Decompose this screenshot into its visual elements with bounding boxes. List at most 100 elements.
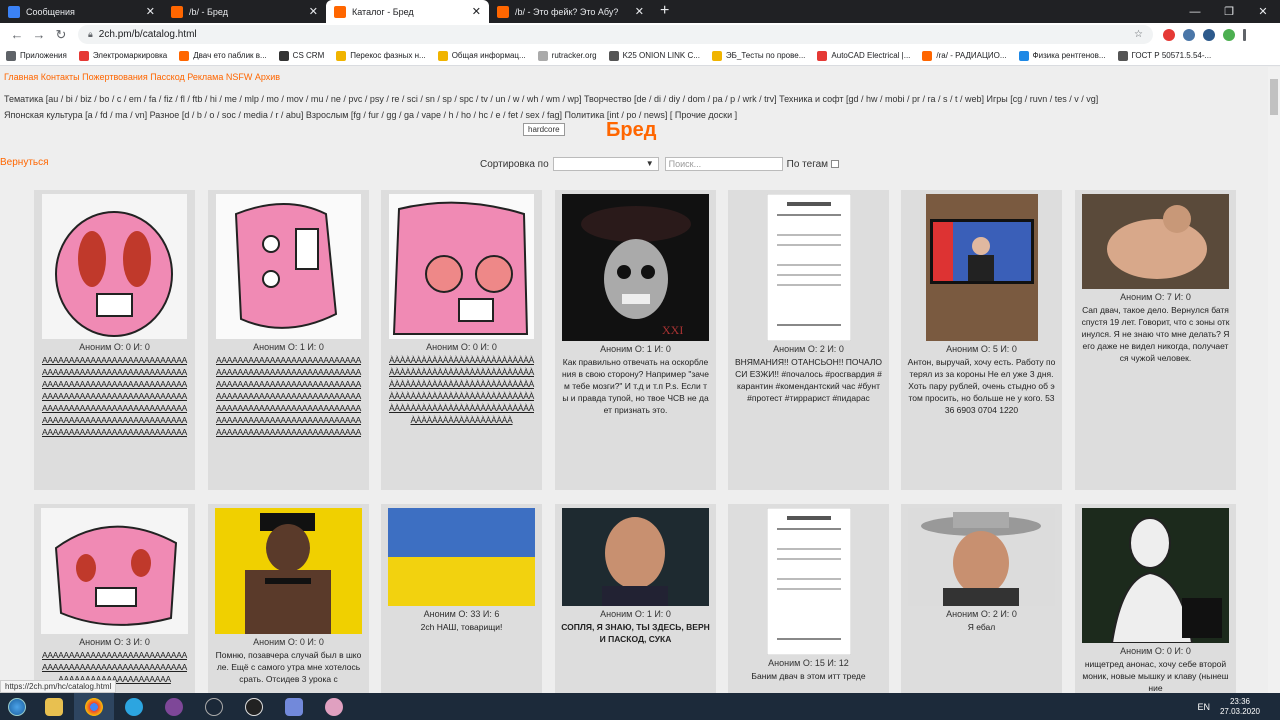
clock[interactable]: 23:36 27.03.2020 <box>1220 697 1260 717</box>
obs-icon <box>245 697 263 716</box>
thread-thumbnail[interactable] <box>216 194 361 339</box>
bookmark-star-icon[interactable]: ☆ <box>1134 29 1143 40</box>
thread-text: 2ch НАШ, товарищи! <box>420 622 503 632</box>
thread-thumbnail[interactable] <box>562 508 709 606</box>
taskbar-app[interactable] <box>154 693 194 720</box>
thread-card[interactable]: Аноним О: 5 И: 0 Антон, выручай, хочу ес… <box>901 190 1062 490</box>
tab-bar: Сообщения ✕ /b/ - Бред ✕ Каталог - Бред … <box>0 0 1280 23</box>
thread-meta: Аноним О: 7 И: 0 <box>1120 292 1191 302</box>
thread-thumbnail[interactable] <box>1082 194 1229 289</box>
bookmark-item[interactable]: K25 ONION LINK C... <box>608 50 700 61</box>
start-button[interactable] <box>0 693 34 720</box>
avatar[interactable] <box>1223 28 1235 41</box>
new-tab-button[interactable]: + <box>652 0 677 23</box>
board-list-line[interactable]: Тематика [au / bi / biz / bo / c / em / … <box>4 91 1264 107</box>
thread-card[interactable]: Аноним О: 2 И: 0 Я ебал <box>901 504 1062 693</box>
tags-checkbox[interactable] <box>831 160 840 168</box>
sort-label: Сортировка по <box>480 158 549 170</box>
maximize-icon[interactable]: ❐ <box>1212 5 1246 18</box>
thread-thumbnail[interactable] <box>389 194 534 339</box>
close-window-icon[interactable]: ✕ <box>1246 5 1280 18</box>
close-tab-icon[interactable]: ✕ <box>472 5 481 18</box>
taskbar-app[interactable] <box>34 693 74 720</box>
thread-card[interactable]: Аноним О: 0 И: 0 ААААААААААААААААААААААА… <box>34 190 195 490</box>
close-tab-icon[interactable]: ✕ <box>635 5 644 18</box>
browser-tab-fake[interactable]: /b/ - Это фейк? Это Абу? ✕ <box>489 0 652 23</box>
bookmark-item[interactable]: AutoCAD Electrical |... <box>817 50 910 61</box>
taskbar-app-chrome[interactable] <box>74 693 114 720</box>
thread-card[interactable]: Аноним О: 3 И: 0 ААААААААААААААААААААААА… <box>34 504 195 693</box>
bookmark-item[interactable]: Перекос фазных н... <box>336 50 426 61</box>
thread-thumbnail[interactable] <box>388 508 535 606</box>
bookmark-item[interactable]: CS CRM <box>278 50 324 61</box>
bookmark-item[interactable]: rutracker.org <box>537 50 597 61</box>
taskbar-app[interactable] <box>194 693 234 720</box>
url-input[interactable]: 🔒︎ 2ch.pm/b/catalog.html ☆ <box>78 25 1153 44</box>
thread-card[interactable]: Аноним О: 0 И: 0 Помню, позавчера случай… <box>208 504 369 693</box>
thread-thumbnail[interactable] <box>42 194 187 339</box>
bookmark-item[interactable]: Общая информац... <box>437 50 526 61</box>
thread-card[interactable]: XXI Аноним О: 1 И: 0 Как правильно отвеч… <box>555 190 716 490</box>
bookmark-icon <box>336 50 347 61</box>
language-indicator[interactable]: EN <box>1197 702 1210 712</box>
bookmark-item[interactable]: Приложения <box>6 50 67 61</box>
thread-card[interactable]: Аноним О: 0 И: 0 нищетред анонас, хочу с… <box>1075 504 1236 693</box>
thread-thumbnail[interactable] <box>41 508 188 634</box>
bookmark-item[interactable]: Двач ето паблик в... <box>179 50 267 61</box>
window-controls: — ❐ ✕ <box>1178 0 1280 23</box>
telegram-icon <box>125 697 143 716</box>
menu-icon[interactable] <box>1243 28 1246 41</box>
thread-thumbnail[interactable] <box>1082 508 1229 643</box>
bookmark-item[interactable]: ГОСТ Р 50571.5.54-... <box>1117 50 1211 61</box>
taskbar-app[interactable] <box>314 693 354 720</box>
browser-tab-messages[interactable]: Сообщения ✕ <box>0 0 163 23</box>
thread-card[interactable]: Аноним О: 33 И: 6 2ch НАШ, товарищи! <box>381 504 542 693</box>
bookmark-item[interactable]: Электромаркировка <box>78 50 167 61</box>
bookmark-item[interactable]: Физика рентгенов... <box>1018 50 1106 61</box>
close-tab-icon[interactable]: ✕ <box>309 5 318 18</box>
browser-tab-catalog[interactable]: Каталог - Бред ✕ <box>326 0 489 23</box>
back-arrow-icon[interactable]: ← <box>6 27 28 42</box>
thread-meta: Аноним О: 2 И: 0 <box>946 609 1017 619</box>
top-navigation[interactable]: Главная Контакты Пожертвования Пасскод Р… <box>4 72 280 82</box>
thread-thumbnail[interactable] <box>766 508 851 655</box>
clock-date: 27.03.2020 <box>1219 706 1260 716</box>
thread-text: Антон, выручай, хочу есть. Работу потеря… <box>907 357 1056 415</box>
catalog-toolbar: Сортировка по ▼ Поиск... По тегам <box>480 157 840 171</box>
address-bar: ← → ↻ 🔒︎ 2ch.pm/b/catalog.html ☆ <box>0 23 1280 46</box>
browser-tab-b[interactable]: /b/ - Бред ✕ <box>163 0 326 23</box>
tab-title: Каталог - Бред <box>352 6 414 17</box>
hardcore-toggle-button[interactable]: hardcore <box>523 123 565 136</box>
thread-thumbnail[interactable] <box>908 508 1055 606</box>
page-scrollbar[interactable] <box>1268 67 1280 693</box>
bookmark-icon <box>1018 50 1029 61</box>
thread-card[interactable]: Аноним О: 15 И: 12 Баним двач в этом итт… <box>728 504 889 693</box>
vk-icon[interactable] <box>1183 28 1195 41</box>
search-input[interactable]: Поиск... <box>664 157 783 171</box>
taskbar-app[interactable] <box>234 693 274 720</box>
reload-icon[interactable]: ↻ <box>50 27 72 43</box>
thread-thumbnail[interactable]: XXI <box>562 194 709 341</box>
thread-thumbnail[interactable] <box>215 508 362 634</box>
extension-icon[interactable] <box>1163 28 1175 41</box>
thread-card[interactable]: Аноним О: 0 И: 0 ÀÀÀÀÀÀÀÀÀÀÀÀÀÀÀÀÀÀÀÀÀÀÀ… <box>381 190 542 490</box>
close-tab-icon[interactable]: ✕ <box>146 5 155 18</box>
scrollbar-thumb[interactable] <box>1270 79 1278 115</box>
bookmark-item[interactable]: /ra/ - РАДИАЦИО... <box>922 50 1007 61</box>
taskbar-app[interactable] <box>274 693 314 720</box>
thread-card[interactable]: Аноним О: 1 И: 0 ААААААААААААААААААААААА… <box>208 190 369 490</box>
sort-select[interactable]: ▼ <box>552 157 659 171</box>
forward-arrow-icon[interactable]: → <box>28 27 50 42</box>
bookmark-icon <box>437 50 448 61</box>
bookmark-icon <box>922 50 933 61</box>
thread-card[interactable]: Аноним О: 7 И: 0 Сап двач, такое дело. В… <box>1075 190 1236 490</box>
thread-card[interactable]: Аноним О: 2 И: 0 ВНЯМАНИЯ!! ОТАНСЬОН!! П… <box>728 190 889 490</box>
minimize-icon[interactable]: — <box>1178 6 1212 18</box>
thread-thumbnail[interactable] <box>766 194 851 341</box>
taskbar-app[interactable] <box>114 693 154 720</box>
thread-card[interactable]: Аноним О: 1 И: 0 СОПЛЯ, Я ЗНАЮ, ТЫ ЗДЕСЬ… <box>555 504 716 693</box>
back-link[interactable]: Вернуться <box>0 157 49 168</box>
thread-thumbnail[interactable] <box>925 194 1038 341</box>
extension-icon[interactable] <box>1203 28 1215 41</box>
bookmark-item[interactable]: ЭБ_Тесты по прове... <box>711 50 805 61</box>
